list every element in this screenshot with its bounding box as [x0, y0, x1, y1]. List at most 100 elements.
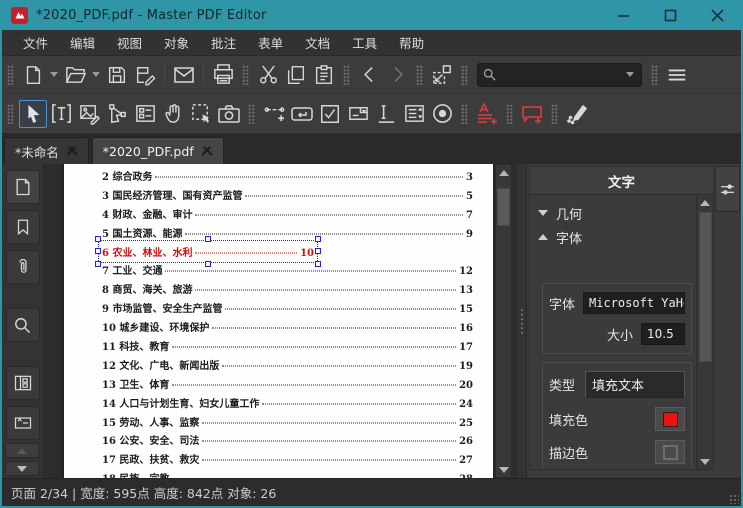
sidebar-scroll-up-button[interactable] [5, 443, 39, 458]
previous-view-button[interactable] [355, 61, 383, 89]
toc-entry[interactable]: 17 民政、扶贫、救灾 27 [102, 449, 473, 468]
toc-entry[interactable]: 13 卫生、体育 20 [102, 374, 473, 393]
copy-button[interactable] [282, 61, 310, 89]
panel-scrollbar[interactable] [696, 195, 713, 469]
toc-entry[interactable]: 12 文化、广电、新闻出版 19 [102, 355, 473, 374]
toc-entry[interactable]: 8 商贸、海关、旅游 13 [102, 279, 473, 298]
combobox-tool-button[interactable] [344, 100, 372, 128]
selection-handle[interactable] [205, 235, 211, 242]
save-as-button[interactable] [131, 61, 159, 89]
open-file-dropdown-caret[interactable] [92, 72, 100, 77]
new-document-button[interactable] [19, 61, 47, 89]
search-dropdown-caret[interactable] [626, 72, 634, 77]
font-name-input[interactable]: Microsoft YaHei [583, 292, 685, 314]
stroke-color-button[interactable] [655, 440, 685, 464]
text-type-dropdown[interactable]: 填充文本 [585, 371, 685, 398]
toc-entry[interactable]: 7 工业、交通 12 [102, 260, 473, 279]
screenshot-tool-button[interactable] [215, 100, 243, 128]
geometry-section-header[interactable]: 几何 [538, 201, 692, 225]
panel-scroll-down-button[interactable] [698, 454, 713, 469]
menu-document[interactable]: 文档 [294, 29, 341, 56]
print-button[interactable] [209, 61, 237, 89]
toolbar-drag-handle[interactable] [461, 103, 468, 124]
resize-grip[interactable] [729, 494, 739, 504]
checkbox-tool-button[interactable] [316, 100, 344, 128]
toolbar-drag-handle[interactable] [343, 64, 350, 85]
toolbar-drag-handle[interactable] [506, 103, 513, 124]
tab-close-icon[interactable] [201, 145, 213, 157]
toolbar-drag-handle[interactable] [248, 103, 255, 124]
select-area-tool-button[interactable] [187, 100, 215, 128]
toc-entry[interactable]: 15 劳动、人事、监察 25 [102, 412, 473, 431]
selection-handle[interactable] [315, 260, 321, 267]
document-scrollbar[interactable] [495, 164, 512, 478]
push-button-tool-button[interactable] [288, 100, 316, 128]
text-field-tool-button[interactable] [372, 100, 400, 128]
edit-text-tool-button[interactable] [47, 100, 75, 128]
toolbar-drag-handle[interactable] [7, 64, 14, 85]
signatures-panel-button[interactable] [5, 406, 40, 440]
toc-entry[interactable]: 11 科技、教育 17 [102, 336, 473, 355]
next-view-button[interactable] [383, 61, 411, 89]
properties-tab[interactable] [715, 166, 740, 212]
document-view[interactable]: 2 综合政务 3 3 国民经济管理、国有资产监管 5 4 财政、金融、审计 7 5 国土资源… [44, 164, 518, 478]
open-file-button[interactable] [61, 61, 89, 89]
toc-entry[interactable]: 14 人口与计划生育、妇女儿童工作 24 [102, 393, 473, 412]
list-box-tool-button[interactable] [400, 100, 428, 128]
menu-object[interactable]: 对象 [153, 29, 200, 56]
menu-file[interactable]: 文件 [12, 29, 59, 56]
selection-handle[interactable] [315, 247, 321, 254]
form-fields-panel-button[interactable] [5, 366, 40, 400]
close-button[interactable] [694, 0, 741, 30]
menu-view[interactable]: 视图 [106, 29, 153, 56]
panel-scrollbar-thumb[interactable] [698, 212, 712, 362]
toolbar-drag-handle[interactable] [651, 64, 658, 85]
scroll-up-button[interactable] [496, 165, 511, 180]
font-section-header[interactable]: 字体 [538, 225, 692, 249]
toc-entry[interactable]: 5 国土资源、能源 9 [102, 223, 473, 242]
toolbar-drag-handle[interactable] [416, 64, 423, 85]
scroll-down-button[interactable] [496, 462, 511, 477]
pdf-page[interactable]: 2 综合政务 3 3 国民经济管理、国有资产监管 5 4 财政、金融、审计 7 5 国土资源… [64, 164, 493, 478]
toc-entry[interactable]: 10 城乡建设、环境保护 16 [102, 317, 473, 336]
radio-button-tool-button[interactable] [428, 100, 456, 128]
scrollbar-thumb[interactable] [497, 188, 510, 226]
fill-color-button[interactable] [655, 407, 685, 431]
email-button[interactable] [170, 61, 198, 89]
paste-button[interactable] [310, 61, 338, 89]
pages-panel-button[interactable] [5, 170, 40, 204]
toolbar-drag-handle[interactable] [461, 64, 468, 85]
tab-close-icon[interactable] [66, 145, 78, 157]
selection-handle[interactable] [315, 235, 321, 242]
bookmarks-panel-button[interactable] [5, 210, 40, 244]
toolbar-drag-handle[interactable] [242, 64, 249, 85]
selection-handle[interactable] [205, 260, 211, 267]
edit-image-tool-button[interactable] [75, 100, 103, 128]
link-tool-button[interactable] [260, 100, 288, 128]
text-annotation-tool-button[interactable] [473, 100, 501, 128]
search-box[interactable] [477, 62, 642, 87]
menu-form[interactable]: 表单 [247, 29, 294, 56]
fit-page-button[interactable] [428, 61, 456, 89]
panel-splitter[interactable] [518, 164, 526, 478]
menu-help[interactable]: 帮助 [388, 29, 435, 56]
new-document-dropdown-caret[interactable] [50, 72, 58, 77]
tab-2020-pdf[interactable]: *2020_PDF.pdf [91, 137, 224, 164]
hand-tool-button[interactable] [159, 100, 187, 128]
toc-entry[interactable]: 18 民族、宗教28 [102, 468, 473, 478]
maximize-button[interactable] [647, 0, 694, 30]
selection-handle[interactable] [95, 235, 101, 242]
menu-tools[interactable]: 工具 [341, 29, 388, 56]
toc-entry[interactable]: 16 公安、安全、司法 26 [102, 430, 473, 449]
toolbar-menu-button[interactable] [663, 61, 691, 89]
menu-edit[interactable]: 编辑 [59, 29, 106, 56]
font-size-input[interactable]: 10.5 [641, 323, 685, 345]
toc-entry[interactable]: 4 财政、金融、审计 7 [102, 204, 473, 223]
tab-untitled[interactable]: *未命名 [4, 137, 89, 164]
sidebar-scroll-down-button[interactable] [5, 461, 39, 476]
highlighter-tool-button[interactable] [563, 100, 591, 128]
toolbar-drag-handle[interactable] [7, 103, 14, 124]
toc-entry[interactable]: 3 国民经济管理、国有资产监管 5 [102, 185, 473, 204]
minimize-button[interactable] [600, 0, 647, 30]
edit-path-tool-button[interactable] [103, 100, 131, 128]
